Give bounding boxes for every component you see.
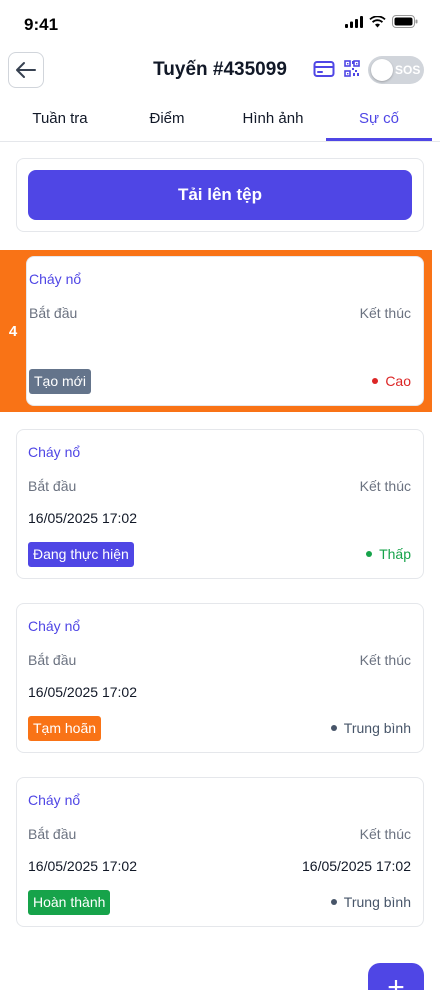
priority-label: Trung bình <box>343 894 411 910</box>
sos-label: SOS <box>395 63 421 77</box>
end-label: Kết thúc <box>359 652 411 668</box>
incident-card[interactable]: Cháy nổ Bắt đầu Kết thúc Tạo mới Cao <box>26 256 424 406</box>
status-bar: 9:41 <box>0 0 440 50</box>
priority-dot-icon <box>330 725 337 731</box>
incident-card[interactable]: Cháy nổ Bắt đầu Kết thúc 16/05/2025 17:0… <box>16 429 424 579</box>
tab-images[interactable]: Hình ảnh <box>220 100 326 142</box>
incident-card[interactable]: Cháy nổ Bắt đầu Kết thúc 16/05/2025 17:0… <box>16 603 424 753</box>
start-label: Bắt đầu <box>29 305 78 321</box>
upload-card: Tải lên tệp <box>16 158 424 232</box>
start-time: 16/05/2025 17:02 <box>28 684 137 700</box>
add-incident-button[interactable]: + <box>368 963 424 990</box>
battery-icon <box>392 15 418 28</box>
priority-indicator: Thấp <box>366 546 411 562</box>
highlight-number: 4 <box>8 322 18 340</box>
sos-toggle-knob <box>371 59 393 81</box>
signal-icon <box>345 15 363 28</box>
incident-type: Cháy nổ <box>28 618 81 634</box>
incident-card[interactable]: Cháy nổ Bắt đầu Kết thúc 16/05/2025 17:0… <box>16 777 424 927</box>
upload-file-button[interactable]: Tải lên tệp <box>28 170 412 220</box>
priority-indicator: Cao <box>372 373 411 389</box>
priority-dot-icon <box>372 378 379 384</box>
status-icons <box>345 15 418 28</box>
card-icon[interactable] <box>313 60 335 83</box>
start-label: Bắt đầu <box>28 826 77 842</box>
end-label: Kết thúc <box>359 478 411 494</box>
tab-incidents[interactable]: Sự cố <box>326 100 432 142</box>
end-time: 16/05/2025 17:02 <box>302 858 411 874</box>
status-badge: Hoàn thành <box>28 890 111 915</box>
end-label: Kết thúc <box>359 305 411 321</box>
tab-points[interactable]: Điểm <box>114 100 220 142</box>
priority-dot-icon <box>330 899 337 905</box>
start-label: Bắt đầu <box>28 652 77 668</box>
end-label: Kết thúc <box>359 826 411 842</box>
incident-type: Cháy nổ <box>29 271 82 287</box>
wifi-icon <box>369 15 386 27</box>
priority-label: Cao <box>385 373 411 389</box>
sos-toggle[interactable]: SOS <box>368 56 424 84</box>
status-badge: Tạm hoãn <box>28 716 102 741</box>
active-tab-indicator <box>326 138 432 141</box>
status-badge: Đang thực hiện <box>28 542 134 567</box>
incident-type: Cháy nổ <box>28 792 81 808</box>
start-time: 16/05/2025 17:02 <box>28 858 137 874</box>
priority-indicator: Trung bình <box>330 894 411 910</box>
start-label: Bắt đầu <box>28 478 77 494</box>
tab-patrol[interactable]: Tuần tra <box>6 100 114 142</box>
priority-label: Thấp <box>379 546 411 562</box>
priority-dot-icon <box>366 551 373 557</box>
incident-type: Cháy nổ <box>28 444 81 460</box>
qr-code-icon[interactable] <box>344 60 360 83</box>
status-badge: Tạo mới <box>29 369 91 394</box>
header: Tuyến #435099 SOS <box>0 50 440 94</box>
start-time: 16/05/2025 17:02 <box>28 510 137 526</box>
tab-bar: Tuần tra Điểm Hình ảnh Sự cố <box>0 100 440 142</box>
priority-indicator: Trung bình <box>330 720 411 736</box>
status-time: 9:41 <box>24 15 59 34</box>
priority-label: Trung bình <box>343 720 411 736</box>
